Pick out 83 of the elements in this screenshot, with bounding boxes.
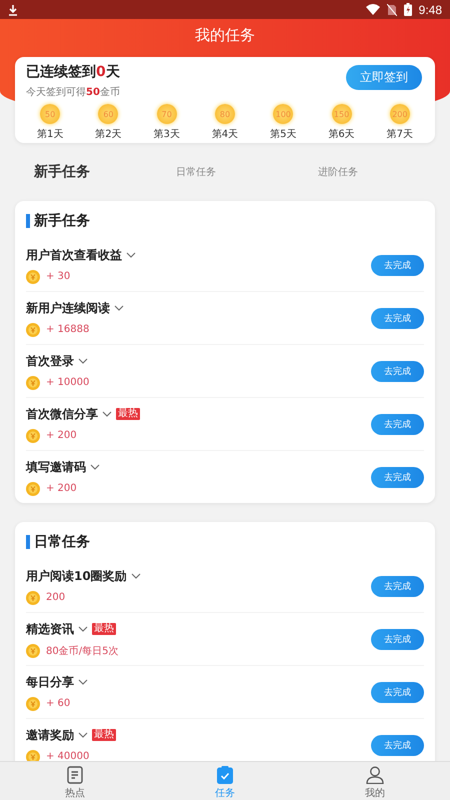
task-name: 用户阅读10圈奖励 (26, 568, 127, 584)
complete-button[interactable]: 去完成 (371, 466, 424, 488)
complete-button[interactable]: 去完成 (371, 254, 424, 276)
clipboard-check-icon (217, 766, 233, 784)
coin-icon (26, 270, 40, 284)
reward-amount: 200 (46, 592, 66, 603)
complete-button[interactable]: 去完成 (371, 360, 424, 382)
day-label: 第5天 (270, 128, 296, 141)
coin-icon (26, 590, 40, 604)
complete-button[interactable]: 去完成 (371, 682, 424, 702)
checkin-streak: 已连续签到0天 (26, 63, 120, 81)
day-label: 第6天 (328, 128, 355, 141)
coin-reward: 150 (332, 104, 352, 124)
chevron-down-icon (114, 305, 124, 311)
nav-tab[interactable]: 热点 (65, 786, 85, 800)
wifi-icon (366, 4, 380, 15)
day-label: 第1天 (36, 128, 64, 141)
reward-amount: + 60 (46, 698, 70, 709)
chevron-down-icon (78, 732, 88, 738)
reward-amount: + 200 (46, 430, 77, 441)
checkin-hint: 今天签到可得50金币 (26, 86, 120, 99)
task-name: 用户首次查看收益 (26, 246, 122, 264)
chevron-down-icon (78, 626, 88, 632)
download-icon (7, 4, 19, 16)
hot-badge: 最热 (92, 729, 116, 741)
checkin-button[interactable]: 立即签到 (346, 65, 422, 90)
document-icon (67, 766, 83, 784)
complete-button[interactable]: 去完成 (371, 576, 424, 596)
day-label: 第4天 (212, 128, 238, 141)
chevron-down-icon (102, 411, 112, 417)
chevron-down-icon (130, 573, 141, 579)
reward-amount: + 40000 (46, 751, 90, 762)
reward-amount: 80金币/每日5次 (46, 644, 118, 658)
chevron-down-icon (78, 679, 88, 685)
reward-amount: + 200 (46, 483, 77, 494)
task-name: 首次登录 (26, 352, 74, 370)
page-title: 我的任务 (195, 26, 255, 46)
reward-amount: + 30 (46, 271, 70, 282)
coin-icon (26, 482, 40, 496)
task-name: 新用户连续阅读 (26, 300, 110, 316)
complete-button[interactable]: 去完成 (371, 308, 424, 328)
coin-reward: 200 (390, 104, 410, 124)
clock: 9:48 (418, 2, 442, 16)
task-name: 首次微信分享 (26, 406, 98, 422)
day-label: 第7天 (386, 128, 414, 141)
complete-button[interactable]: 去完成 (371, 414, 424, 434)
reward-amount: + 16888 (46, 324, 90, 335)
chevron-down-icon (90, 464, 100, 470)
coin-reward: 50 (40, 104, 60, 124)
coin-icon (26, 376, 40, 390)
task-name: 邀请奖励 (26, 726, 74, 744)
task-name: 填写邀请码 (26, 458, 86, 476)
coin-reward: 70 (156, 104, 177, 124)
nav-tab[interactable]: 我的 (365, 786, 385, 800)
section-title: 日常任务 (34, 533, 90, 551)
task-name: 每日分享 (26, 674, 74, 690)
coin-reward: 80 (214, 104, 235, 124)
day-label: 第3天 (154, 128, 180, 141)
coin-icon (26, 644, 40, 658)
task-tab[interactable]: 日常任务 (151, 165, 293, 179)
nav-tab[interactable]: 任务 (215, 786, 235, 800)
section-marker (26, 535, 30, 549)
task-tab[interactable]: 进阶任务 (293, 165, 435, 179)
complete-button[interactable]: 去完成 (371, 734, 424, 756)
chevron-down-icon (126, 252, 136, 258)
chevron-down-icon (78, 358, 88, 364)
day-label: 第2天 (95, 128, 122, 141)
coin-icon (26, 696, 40, 710)
task-name: 精选资讯 (26, 620, 74, 638)
complete-button[interactable]: 去完成 (371, 628, 424, 650)
reward-amount: + 10000 (46, 377, 90, 388)
section-title: 新手任务 (34, 212, 90, 230)
coin-reward: 100 (273, 104, 294, 124)
person-icon (366, 766, 384, 784)
coin-reward: 60 (98, 104, 118, 124)
hot-badge: 最热 (116, 408, 140, 420)
hot-badge: 最热 (92, 623, 116, 635)
no-sim-icon (386, 4, 397, 16)
section-marker (26, 214, 30, 228)
coin-icon (26, 322, 40, 336)
coin-icon (26, 428, 40, 442)
battery-icon (404, 3, 412, 16)
task-tab[interactable]: 新手任务 (19, 163, 151, 181)
